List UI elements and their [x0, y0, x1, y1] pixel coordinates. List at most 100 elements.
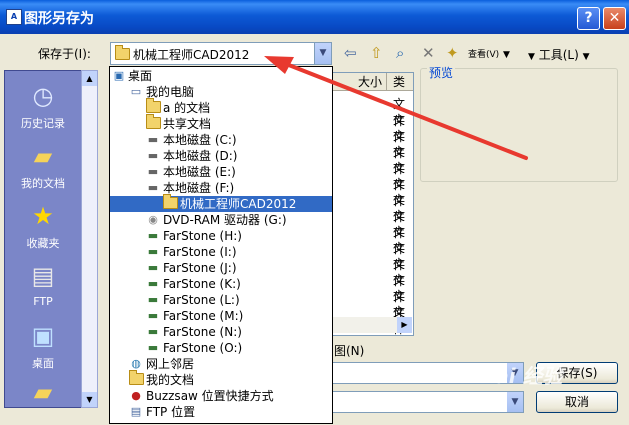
- search-web-icon[interactable]: ⌕: [396, 44, 404, 62]
- dropdown-item[interactable]: ▬ FarStone (K:): [110, 276, 332, 292]
- dropdown-item-label: a 的文档: [163, 101, 211, 115]
- folder-icon: ▰: [33, 378, 53, 406]
- scroll-down-icon[interactable]: ▼: [82, 392, 97, 407]
- dropdown-arrow-icon: ▼: [582, 52, 590, 62]
- desktop-icon: ▣: [113, 69, 125, 82]
- scroll-up-icon[interactable]: ▲: [82, 71, 97, 86]
- tools-menu-button[interactable]: ▼ 工具(L) ▼: [528, 46, 590, 63]
- places-scrollbar[interactable]: ▲ ▼: [81, 70, 98, 408]
- dropdown-item[interactable]: 共享文档: [110, 114, 332, 132]
- title-bar[interactable]: A 图形另存为 ? ✕: [0, 0, 629, 34]
- desktop-icon: ▣: [31, 322, 55, 350]
- location-dropdown-list[interactable]: ▣ 桌面 ▭ 我的电脑 a 的文档 共享文档 ▬ 本地磁盘 (C:) ▬ 本地磁…: [109, 66, 333, 424]
- place-label: 历史记录: [21, 117, 65, 130]
- dropdown-item[interactable]: ● Buzzsaw 位置快捷方式: [110, 388, 332, 404]
- scroll-right-icon[interactable]: ▶: [397, 317, 412, 333]
- chevron-down-icon[interactable]: ▼: [507, 392, 523, 412]
- dropdown-item-label: 本地磁盘 (E:): [163, 165, 236, 179]
- dropdown-item[interactable]: ▬ FarStone (J:): [110, 260, 332, 276]
- dropdown-item-label: 本地磁盘 (F:): [163, 181, 235, 195]
- delete-icon[interactable]: ✕: [422, 44, 435, 62]
- dvd-drive-icon: ◉: [148, 213, 158, 226]
- dropdown-item[interactable]: a 的文档: [110, 98, 332, 116]
- dropdown-item-label: 桌面: [128, 69, 153, 83]
- file-name-label: 图(N): [334, 344, 365, 358]
- dropdown-item[interactable]: ▬ 本地磁盘 (C:): [110, 132, 332, 148]
- favorites-icon: ★: [32, 202, 54, 230]
- my-documents-icon: ▰: [33, 142, 53, 170]
- dropdown-item[interactable]: ▬ FarStone (N:): [110, 324, 332, 340]
- column-header-type[interactable]: 类: [387, 73, 413, 91]
- network-drive-icon: ▬: [147, 325, 159, 338]
- dropdown-item[interactable]: ▬ 本地磁盘 (F:): [110, 180, 332, 196]
- place-label: 我的文档: [21, 177, 65, 190]
- dropdown-item-label: 共享文档: [163, 117, 212, 131]
- network-drive-icon: ▬: [147, 277, 159, 290]
- dropdown-item[interactable]: ◉ DVD-RAM 驱动器 (G:): [110, 212, 332, 228]
- drive-icon: ▬: [147, 165, 159, 178]
- file-list[interactable]: 大小 类 文件 文件 文件 文件 文件 文件 文件 文件 文件 文件 文件 文件…: [330, 72, 414, 336]
- location-value: 机械工程师CAD2012: [133, 48, 250, 62]
- save-as-dialog: A 图形另存为 ? ✕ 保存于(I): 机械工程师CAD2012 ▼ ⇦ ⇧ ⌕…: [0, 0, 629, 425]
- drive-icon: ▬: [147, 149, 159, 162]
- dropdown-item[interactable]: ▣ 桌面: [110, 68, 332, 84]
- watermark: Bai 经验: [480, 364, 563, 388]
- dropdown-item[interactable]: ▤ FTP 位置: [110, 404, 332, 420]
- dropdown-item[interactable]: ▬ FarStone (I:): [110, 244, 332, 260]
- dropdown-item[interactable]: ▬ FarStone (M:): [110, 308, 332, 324]
- preview-group: [420, 68, 618, 182]
- save-in-label: 保存于(I):: [38, 47, 91, 61]
- dropdown-item-label: 机械工程师CAD2012: [180, 197, 297, 211]
- dropdown-item-label: FarStone (L:): [163, 293, 240, 307]
- place-my-documents[interactable]: ▰ 我的文档: [5, 141, 81, 191]
- dropdown-item-label: FTP 位置: [146, 405, 196, 419]
- up-folder-icon[interactable]: ⇧: [370, 44, 383, 62]
- chevron-down-icon[interactable]: ▼: [314, 43, 331, 64]
- dropdown-item-label: FarStone (O:): [163, 341, 243, 355]
- dropdown-item-label: 本地磁盘 (D:): [163, 149, 238, 163]
- dropdown-item-label: DVD-RAM 驱动器 (G:): [163, 213, 287, 227]
- dropdown-arrow-icon: ▼: [528, 52, 535, 62]
- dropdown-item-label: FarStone (H:): [163, 229, 242, 243]
- ftp-icon: ▤: [130, 405, 142, 418]
- dropdown-item[interactable]: ▬ FarStone (L:): [110, 292, 332, 308]
- dropdown-arrow-icon: ▼: [503, 50, 510, 60]
- place-favorites[interactable]: ★ 收藏夹: [5, 201, 81, 251]
- place-desktop[interactable]: ▣ 桌面: [5, 321, 81, 371]
- dropdown-item[interactable]: 我的文档: [110, 370, 332, 388]
- history-icon: ◷: [32, 82, 54, 110]
- dropdown-item-label: FarStone (M:): [163, 309, 244, 323]
- back-icon[interactable]: ⇦: [344, 44, 357, 62]
- dropdown-item[interactable]: ▭ 我的电脑: [110, 84, 332, 100]
- network-drive-icon: ▬: [147, 261, 159, 274]
- place-label: FTP: [33, 295, 53, 308]
- cancel-button[interactable]: 取消: [536, 391, 618, 413]
- dropdown-item[interactable]: ▬ 本地磁盘 (D:): [110, 148, 332, 164]
- close-button[interactable]: ✕: [603, 7, 626, 30]
- place-history[interactable]: ◷ 历史记录: [5, 81, 81, 131]
- save-in-combo[interactable]: 机械工程师CAD2012 ▼: [110, 42, 332, 65]
- dropdown-item-selected[interactable]: 机械工程师CAD2012: [110, 194, 332, 212]
- folder-icon: [115, 45, 130, 63]
- dropdown-item-label: FarStone (I:): [163, 245, 237, 259]
- place-ftp[interactable]: ▤ FTP: [5, 261, 81, 308]
- buzzsaw-icon: ●: [131, 389, 141, 402]
- file-list-hscrollbar[interactable]: ▶: [330, 317, 412, 333]
- preview-label: 预览: [427, 64, 456, 81]
- column-header-size[interactable]: 大小: [331, 73, 387, 91]
- file-type-combo[interactable]: ▼: [330, 391, 524, 413]
- new-folder-icon[interactable]: ✦: [446, 44, 459, 62]
- dropdown-item-label: FarStone (N:): [163, 325, 242, 339]
- dropdown-item[interactable]: ▬ FarStone (O:): [110, 340, 332, 356]
- folder-icon: [163, 194, 178, 211]
- view-menu-button[interactable]: 查看(V) ▼: [468, 46, 510, 60]
- places-bar: ◷ 历史记录 ▰ 我的文档 ★ 收藏夹 ▤ FTP ▣ 桌面 ▰: [4, 70, 82, 408]
- dropdown-item[interactable]: ▬ 本地磁盘 (E:): [110, 164, 332, 180]
- view-label: 查看(V): [468, 50, 500, 60]
- dropdown-item-label: 我的文档: [146, 373, 195, 387]
- dropdown-item[interactable]: ▬ FarStone (H:): [110, 228, 332, 244]
- place-more[interactable]: ▰: [5, 377, 81, 411]
- help-button[interactable]: ?: [577, 7, 600, 30]
- dropdown-item-label: 网上邻居: [146, 357, 195, 371]
- dropdown-item[interactable]: ◍ 网上邻居: [110, 356, 332, 372]
